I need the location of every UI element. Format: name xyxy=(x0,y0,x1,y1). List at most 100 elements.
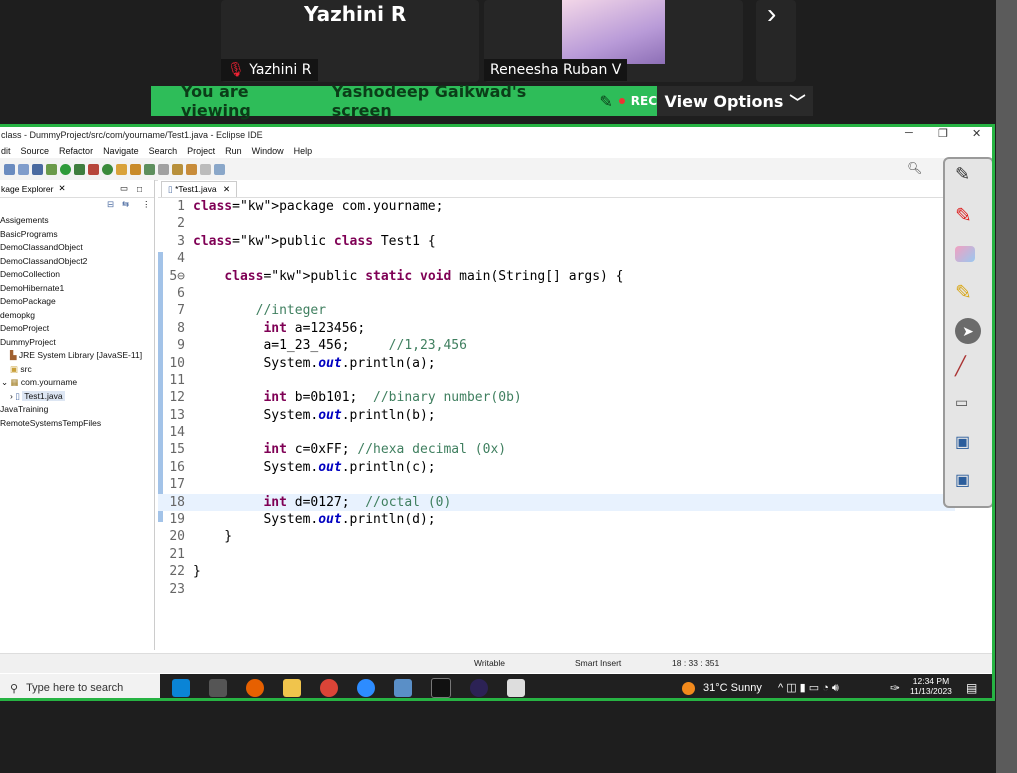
menu-source[interactable]: Source xyxy=(21,146,50,156)
code-line[interactable]: 15 int c=0xFF; //hexa decimal (0x) xyxy=(158,441,955,458)
code-line[interactable]: 20 } xyxy=(158,528,955,545)
tree-item[interactable]: DemoHibernate1 xyxy=(0,282,154,296)
pen-red-icon[interactable]: ✎ xyxy=(955,203,981,229)
save-icon[interactable] xyxy=(4,163,15,175)
firefox-icon[interactable] xyxy=(246,679,264,697)
close-button[interactable]: ✕ xyxy=(972,127,981,140)
code-line[interactable]: 1 class="kw">package com.yourname; xyxy=(158,198,955,215)
zoom-icon[interactable] xyxy=(357,679,375,697)
code-line[interactable]: 23 xyxy=(158,581,955,598)
back-icon[interactable] xyxy=(186,163,197,175)
eraser-icon[interactable] xyxy=(955,246,975,262)
run-icon[interactable] xyxy=(60,163,71,175)
code-line[interactable]: 3 class="kw">public class Test1 { xyxy=(158,233,955,250)
tree-item[interactable]: RemoteSystemsTempFiles xyxy=(0,417,154,431)
new-window-icon[interactable] xyxy=(214,163,225,175)
screen-capture-icon[interactable]: ▣ xyxy=(955,432,981,458)
tree-item[interactable]: DemoCollection xyxy=(0,268,154,282)
code-line[interactable]: 7 //integer xyxy=(158,302,955,319)
tree-item[interactable]: DemoProject xyxy=(0,322,154,336)
code-line[interactable]: 13 System.out.println(b); xyxy=(158,407,955,424)
system-tray-icons[interactable]: ^ ◫ ▮ ▭ ◔ 🔊︎ xyxy=(778,681,839,695)
view-menu-icon[interactable]: ⋮ xyxy=(142,199,151,210)
coverage-icon[interactable] xyxy=(74,163,85,175)
code-line[interactable]: 11 xyxy=(158,372,955,389)
save-all-icon[interactable] xyxy=(18,163,29,175)
minimize-view-icon[interactable]: ▭ xyxy=(120,183,128,194)
menu-run[interactable]: Run xyxy=(225,146,242,156)
next-annotation-icon[interactable] xyxy=(172,163,183,175)
code-line[interactable]: 2 xyxy=(158,215,955,232)
laser-pointer-icon[interactable]: ╱ xyxy=(955,356,981,382)
minimize-button[interactable]: ─ xyxy=(905,127,913,139)
vertical-scrollbar[interactable] xyxy=(996,0,1017,773)
close-tab-icon[interactable]: ✕ xyxy=(223,184,230,194)
forward-icon[interactable] xyxy=(200,163,211,175)
menu-navigate[interactable]: Navigate xyxy=(103,146,139,156)
highlighter-icon[interactable]: ✎ xyxy=(955,280,981,306)
code-line[interactable]: 9 a=1_23_456; //1,23,456 xyxy=(158,337,955,354)
tree-item-test1[interactable]: › ▯ Test1.java xyxy=(0,390,154,404)
tree-item[interactable]: DemoClassandObject xyxy=(0,241,154,255)
terminal-icon[interactable] xyxy=(431,678,451,698)
tree-item[interactable]: JavaTraining xyxy=(0,403,154,417)
tree-item[interactable]: DemoClassandObject2 xyxy=(0,255,154,269)
code-line[interactable]: 22} xyxy=(158,563,955,580)
debug-icon[interactable] xyxy=(46,163,57,175)
code-editor[interactable]: ▯ *Test1.java ✕ 1 class="kw">package com.… xyxy=(158,180,955,650)
maximize-button[interactable]: ❐ xyxy=(938,127,948,140)
pen-icon[interactable]: ✑ xyxy=(890,681,900,695)
tab-test1-java[interactable]: ▯ *Test1.java ✕ xyxy=(161,181,238,197)
code-line[interactable]: 5⊖ class="kw">public static void main(St… xyxy=(158,268,955,285)
code-line[interactable]: 4 xyxy=(158,250,955,267)
notifications-icon[interactable]: ▤ xyxy=(966,681,977,695)
keyboard-icon[interactable]: ▭ xyxy=(955,394,981,420)
menu-project[interactable]: Project xyxy=(187,146,215,156)
task-view-icon[interactable] xyxy=(209,679,227,697)
menu-search[interactable]: Search xyxy=(149,146,178,156)
clock[interactable]: 12:34 PM 11/13/2023 xyxy=(910,676,952,696)
code-line[interactable]: 14 xyxy=(158,424,955,441)
tree-item[interactable]: demopkg xyxy=(0,309,154,323)
code-line[interactable]: 19 System.out.println(d); xyxy=(158,511,955,528)
pointer-icon[interactable]: ➤ xyxy=(955,318,981,344)
annotation-icon[interactable] xyxy=(158,163,169,175)
tree-item[interactable]: BasicPrograms xyxy=(0,228,154,242)
tree-item[interactable]: DemoPackage xyxy=(0,295,154,309)
taskbar-search[interactable]: ⚲ Type here to search xyxy=(0,674,160,698)
maximize-view-icon[interactable]: □ xyxy=(137,184,142,194)
code-line[interactable]: 18 int d=0127; //octal (0) xyxy=(158,493,955,512)
new-class-icon[interactable] xyxy=(102,163,113,175)
search-tool-icon[interactable] xyxy=(130,163,141,175)
tree-item-package[interactable]: ⌄ ▦ com.yourname xyxy=(0,376,154,390)
code-area[interactable]: 1 class="kw">package com.yourname; 2 3 class… xyxy=(158,198,955,598)
whiteboard-icon[interactable] xyxy=(507,679,525,697)
tree-item[interactable]: DummyProject xyxy=(0,336,154,350)
menu-edit[interactable]: dit xyxy=(1,146,11,156)
next-page-button[interactable]: › xyxy=(756,0,796,82)
external-tools-icon[interactable] xyxy=(88,163,99,175)
file-explorer-icon[interactable] xyxy=(283,679,301,697)
tree-item[interactable]: Assigements xyxy=(0,214,154,228)
link-editor-icon[interactable]: ⇆ xyxy=(122,199,129,210)
chrome-icon[interactable] xyxy=(320,679,338,697)
cortana-icon[interactable] xyxy=(172,679,190,697)
terminal-icon[interactable] xyxy=(32,163,43,175)
menu-help[interactable]: Help xyxy=(294,146,313,156)
view-options-button[interactable]: View Options ﹀ xyxy=(657,86,813,116)
collapse-all-icon[interactable]: ⊟ xyxy=(107,199,114,210)
eclipse-icon[interactable] xyxy=(470,679,488,697)
weather-text[interactable]: 31°C Sunny xyxy=(703,682,762,694)
app-icon[interactable] xyxy=(394,679,412,697)
close-view-icon[interactable]: ✕ xyxy=(58,183,65,194)
tree-item-src[interactable]: ▣ src xyxy=(0,363,154,377)
open-type-icon[interactable] xyxy=(116,163,127,175)
tree-item-jre[interactable]: ▙ JRE System Library [JavaSE-11] xyxy=(0,349,154,363)
code-line[interactable]: 21 xyxy=(158,546,955,563)
code-line[interactable]: 6 xyxy=(158,285,955,302)
menu-refactor[interactable]: Refactor xyxy=(59,146,93,156)
search-icon[interactable]: 🔍︎ xyxy=(907,161,922,175)
code-line[interactable]: 12 int b=0b101; //binary number(0b) xyxy=(158,389,955,406)
code-line[interactable]: 17 xyxy=(158,476,955,493)
code-line[interactable]: 16 System.out.println(c); xyxy=(158,459,955,476)
